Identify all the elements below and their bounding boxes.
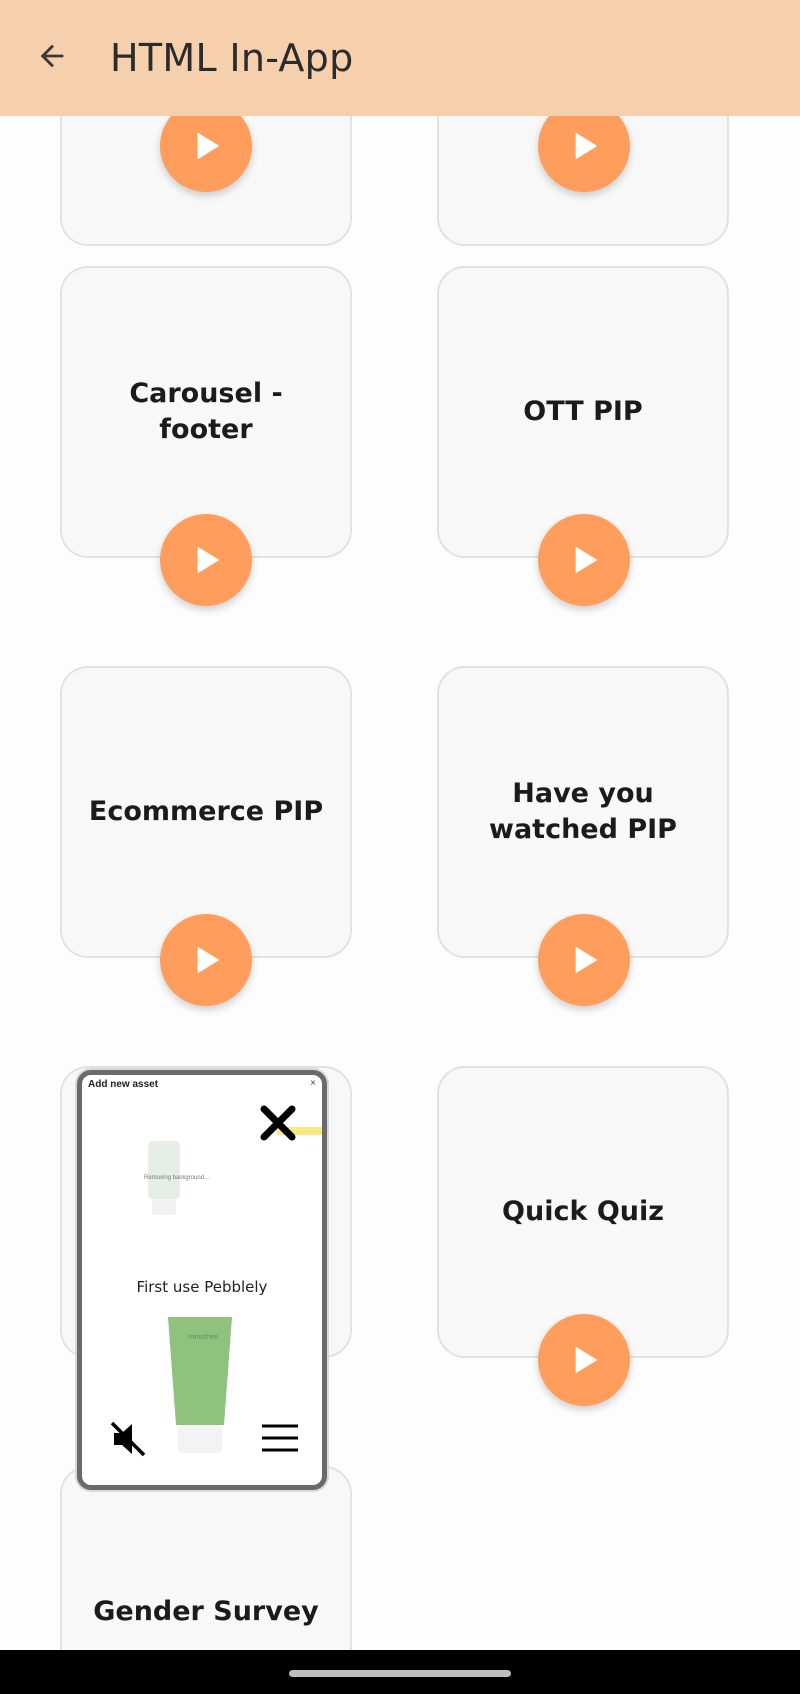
play-button[interactable] xyxy=(160,514,252,606)
mute-icon xyxy=(110,1421,146,1457)
home-gesture-bar[interactable] xyxy=(289,1670,511,1677)
play-button[interactable] xyxy=(538,514,630,606)
play-icon xyxy=(197,546,220,574)
card-label: Ecommerce PIP xyxy=(88,796,324,827)
play-button[interactable] xyxy=(538,914,630,1006)
play-icon xyxy=(197,946,220,974)
play-icon xyxy=(575,1346,598,1374)
close-icon xyxy=(260,1105,296,1141)
card-label: Gender Survey xyxy=(93,1596,319,1627)
play-icon xyxy=(575,132,598,160)
pip-caption: First use Pebblely xyxy=(136,1278,268,1296)
template-card[interactable]: Gender Survey xyxy=(60,1466,352,1650)
product-tube: innisfree xyxy=(168,1317,232,1453)
pip-mute-button[interactable] xyxy=(108,1419,148,1464)
card-label: Have you watched PIP xyxy=(489,778,677,845)
menu-icon xyxy=(262,1424,298,1452)
pip-video-overlay[interactable]: Add new asset × Removing background... F… xyxy=(77,1070,327,1490)
card-label: Carousel - footer xyxy=(129,378,283,445)
page-title: HTML In-App xyxy=(110,36,354,80)
play-icon xyxy=(575,546,598,574)
card-label: OTT PIP xyxy=(523,396,643,427)
pip-menu-button[interactable] xyxy=(260,1421,300,1460)
pip-header-close: × xyxy=(310,1078,316,1089)
play-icon xyxy=(575,946,598,974)
play-button[interactable] xyxy=(538,1314,630,1406)
card-label: Quick Quiz xyxy=(502,1196,664,1227)
arrow-left-icon xyxy=(40,44,64,68)
back-button[interactable] xyxy=(30,34,74,78)
svg-text:innisfree: innisfree xyxy=(188,1333,218,1341)
pip-header: Add new asset xyxy=(88,1079,159,1090)
pip-status-note: Removing background... xyxy=(144,1175,210,1181)
pip-close-button[interactable] xyxy=(258,1103,298,1148)
play-button[interactable] xyxy=(160,914,252,1006)
play-icon xyxy=(197,132,220,160)
app-bar: HTML In-App xyxy=(0,0,800,116)
